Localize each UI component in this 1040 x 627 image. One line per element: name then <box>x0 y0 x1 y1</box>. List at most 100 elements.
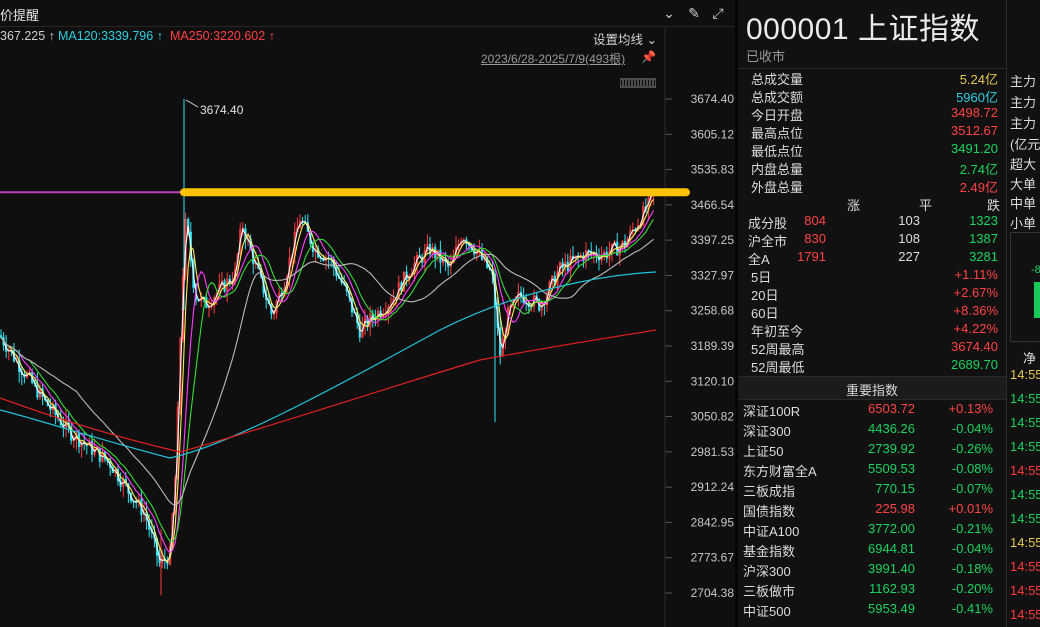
date-range-link[interactable]: 2023/6/28-2025/7/9(493根) <box>481 50 625 67</box>
index-row[interactable]: 国债指数 225.98 +0.01% <box>738 501 1000 521</box>
stat-label: 最高点位 <box>751 126 804 141</box>
perf-row: 60日 +8.36% <box>738 303 1006 321</box>
candles <box>0 99 655 596</box>
perf-value: 2689.70 <box>951 357 998 372</box>
breadth-label: 成分股 <box>748 216 788 231</box>
market-status: 已收市 <box>746 49 786 64</box>
net-flow-bar <box>1034 282 1040 318</box>
index-price: 5953.49 <box>868 601 915 616</box>
y-tick-label: 2912.24 <box>691 480 735 494</box>
stat-value: 2.49亿 <box>959 180 998 195</box>
flow-label: 中单 <box>1010 196 1037 211</box>
index-name: 中证500 <box>743 604 791 619</box>
index-change: -0.08% <box>951 461 993 476</box>
expand-icon[interactable]: ⤢ <box>709 4 727 22</box>
pin-icon[interactable]: 📌 <box>641 50 656 64</box>
ma5-line <box>0 194 654 564</box>
perf-value: +4.22% <box>953 321 998 336</box>
y-tick-label: 3466.54 <box>691 198 735 212</box>
perf-row: 52周最高 3674.40 <box>738 339 1006 357</box>
breadth-flat-header: 平 <box>919 198 933 213</box>
index-row[interactable]: 中证500 5953.49 -0.41% <box>738 601 1000 621</box>
ma-settings-button[interactable]: 设置均线 ⌄ <box>593 29 657 48</box>
index-row[interactable]: 三板做市 1162.93 -0.20% <box>738 581 1000 601</box>
index-row[interactable]: 深证300 4436.26 -0.04% <box>738 421 1000 441</box>
index-change: -0.07% <box>951 481 993 496</box>
perf-value: +1.11% <box>954 267 999 282</box>
kline-chart[interactable]: 3674.40 3605.12 3535.83 3466.54 3397.25 3327.… <box>0 0 735 627</box>
tick-time: 14:55 <box>1010 439 1040 454</box>
stat-label: 总成交额 <box>751 90 804 105</box>
index-price: 1162.93 <box>868 581 915 596</box>
index-row[interactable]: 中证A100 3772.00 -0.21% <box>738 521 1000 541</box>
stat-label: 最低点位 <box>751 144 804 159</box>
index-change: -0.26% <box>951 441 993 456</box>
ma120-value: MA120:3339.796 ↑ <box>58 29 163 43</box>
watermark-logo <box>620 78 656 88</box>
perf-label: 60日 <box>751 306 779 321</box>
stat-row: 内盘总量 2.74亿 <box>738 159 1006 177</box>
index-row[interactable]: 三板成指 770.15 -0.07% <box>738 481 1000 501</box>
stat-label: 外盘总量 <box>751 180 804 195</box>
y-tick-label: 3189.39 <box>691 339 735 353</box>
chart-panel[interactable]: 3674.40 3605.12 3535.83 3466.54 3397.25 3327.… <box>0 0 735 627</box>
y-tick-label: 2981.53 <box>691 445 735 459</box>
perf-value: 3674.40 <box>951 339 998 354</box>
breadth-down-count: 1323 <box>969 213 998 228</box>
fund-flow-panel: 主力 主力 主力 (亿元 超大 大单 中单 小单 -8 净 14:55 14:55 14:55 14:55… <box>1006 0 1040 627</box>
index-row[interactable]: 沪深300 3991.40 -0.18% <box>738 561 1000 581</box>
breadth-down-count: 3281 <box>969 249 998 264</box>
security-code-name: 000001 上证指数 <box>746 13 980 46</box>
pen-icon[interactable]: ✎ <box>685 4 703 22</box>
index-name: 深证300 <box>743 424 791 439</box>
flow-label: 主力 <box>1010 74 1037 89</box>
chevron-down-icon[interactable]: ⌄ <box>660 4 678 22</box>
y-tick-label: 2773.67 <box>691 551 735 565</box>
stat-value: 3498.72 <box>951 105 998 120</box>
perf-row: 52周最低 2689.70 <box>738 357 1006 375</box>
index-name: 沪深300 <box>743 564 791 579</box>
high-annotation-label: 3674.40 <box>200 103 244 117</box>
ma30-line <box>0 218 655 542</box>
index-name: 东方财富全A <box>743 464 817 479</box>
perf-value: +8.36% <box>953 303 998 318</box>
stat-value: 3491.20 <box>951 141 998 156</box>
index-name: 深证100R <box>743 404 801 419</box>
index-name: 国债指数 <box>743 504 796 519</box>
index-row[interactable]: 基金指数 6944.81 -0.04% <box>738 541 1000 561</box>
y-tick-label: 2842.95 <box>691 515 735 529</box>
stat-row: 最高点位 3512.67 <box>738 123 1006 141</box>
flow-label: 主力 <box>1010 95 1037 110</box>
y-tick-label: 3674.40 <box>691 92 735 106</box>
breadth-flat-count: 108 <box>898 231 920 246</box>
stat-label: 今日开盘 <box>751 108 804 123</box>
flow-label: 大单 <box>1010 176 1037 192</box>
flow-label: 超大 <box>1010 157 1037 172</box>
chart-topbar: 价提醒 ⌄ ✎ ⤢ <box>0 0 735 27</box>
tick-time: 14:55 <box>1010 511 1040 526</box>
index-name: 三板成指 <box>743 484 796 499</box>
quote-header: 000001 上证指数 已收市 <box>738 0 1006 69</box>
index-price: 2739.92 <box>868 441 915 456</box>
ma20-line <box>0 210 655 554</box>
flow-label: 小单 <box>1010 215 1037 231</box>
perf-row: 20日 +2.67% <box>738 285 1006 303</box>
perf-row: 年初至今 +4.22% <box>738 321 1006 339</box>
perf-label: 5日 <box>751 270 772 285</box>
index-price: 6944.81 <box>868 541 915 556</box>
breadth-down-count: 1387 <box>969 231 998 246</box>
tick-time: 14:55 <box>1010 607 1040 622</box>
tick-time: 14:55 <box>1010 487 1040 502</box>
index-row[interactable]: 东方财富全A 5509.53 -0.08% <box>738 461 1000 481</box>
breadth-up-header: 涨 <box>847 198 861 213</box>
y-tick-label: 3605.12 <box>691 127 735 141</box>
index-row[interactable]: 上证50 2739.92 -0.26% <box>738 441 1000 461</box>
index-row[interactable]: 深证100R 6503.72 +0.13% <box>738 401 1000 421</box>
index-price: 3991.40 <box>868 561 915 576</box>
index-change: -0.21% <box>951 521 993 536</box>
tick-time: 14:55 <box>1010 559 1040 574</box>
stat-label: 内盘总量 <box>751 162 804 177</box>
index-price: 6503.72 <box>868 401 915 416</box>
breadth-up-count: 1791 <box>797 249 826 264</box>
tick-time: 14:55 <box>1010 367 1040 382</box>
